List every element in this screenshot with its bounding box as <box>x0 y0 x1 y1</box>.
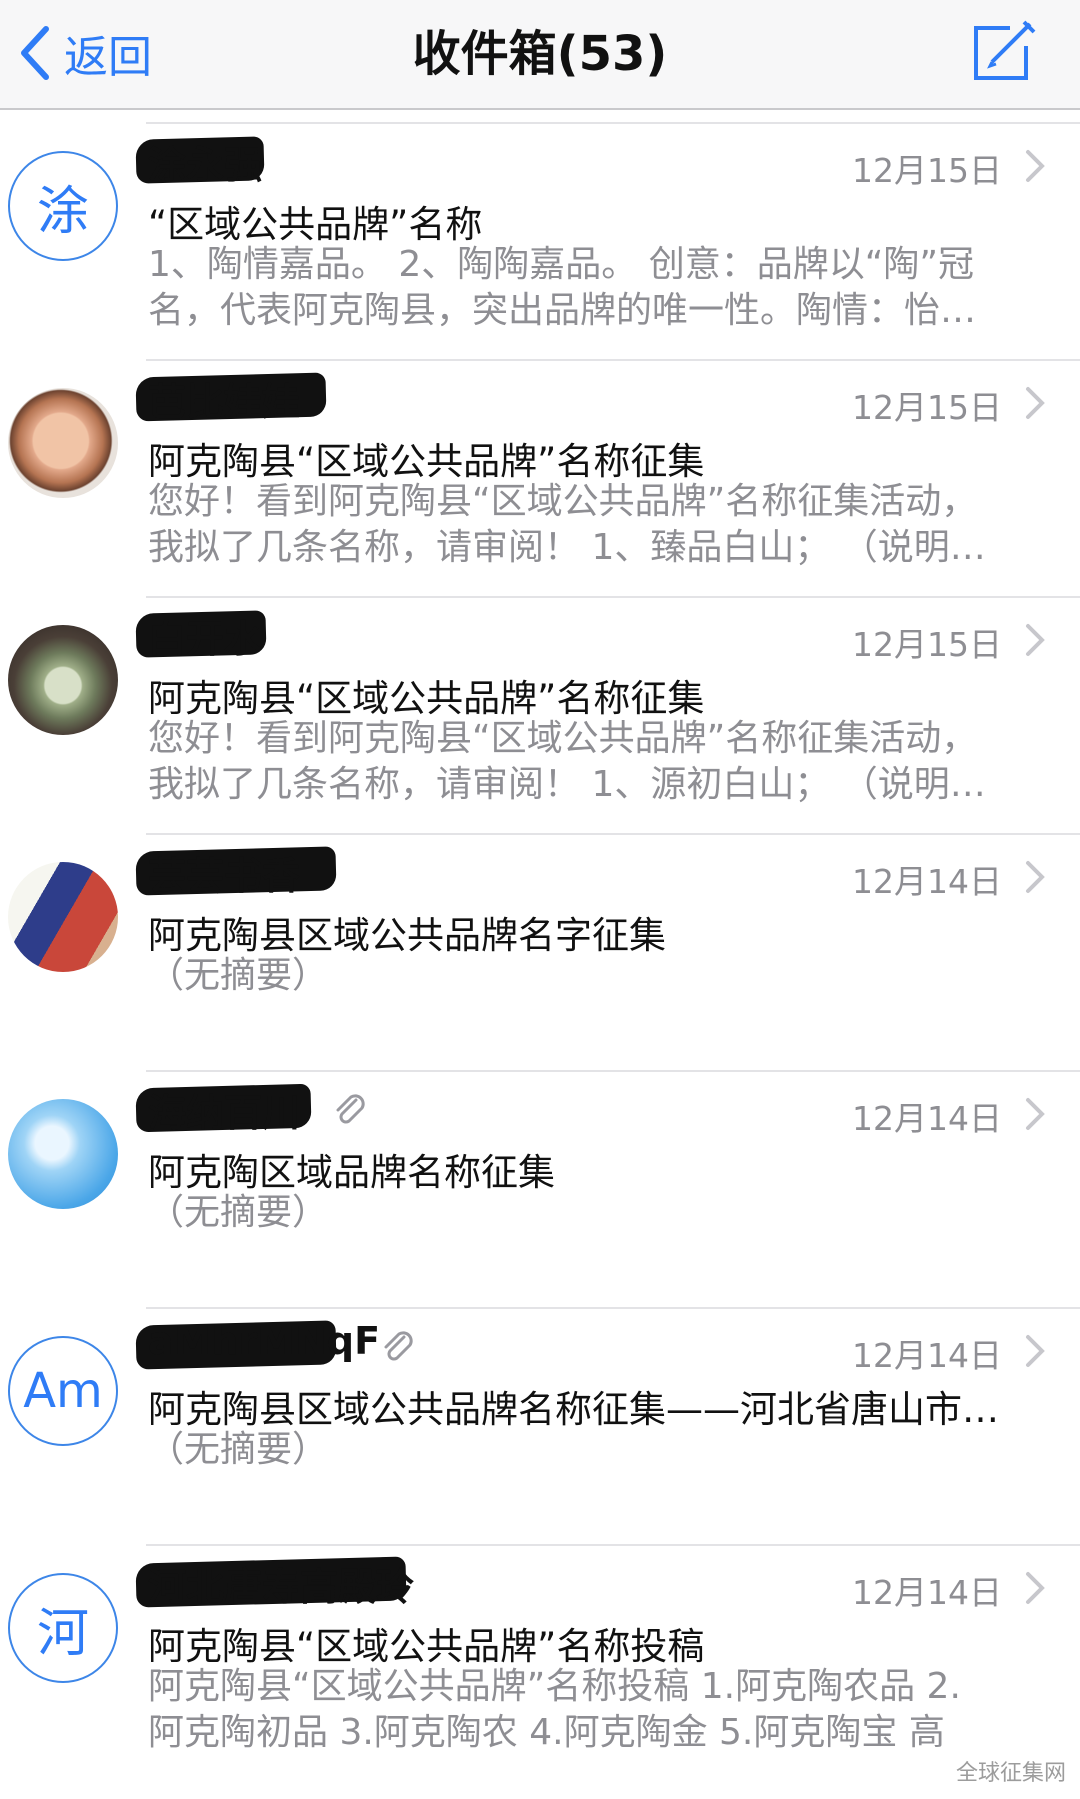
avatar <box>8 862 118 972</box>
mail-row[interactable]: 涂 涂永强 12月15日 “区域公共品牌”名称 1、陶情嘉品。 2、陶陶嘉品。 … <box>0 110 1080 347</box>
preview-line: 阿克陶初品 3.阿克陶农 4.阿克陶金 5.阿克陶宝 高 <box>148 1712 945 1753</box>
back-button[interactable]: 返回 <box>18 18 152 88</box>
preview-line: （无摘要） <box>148 1192 329 1233</box>
preview-line: 阿克陶县“区域公共品牌”名称投稿 1.阿克陶农品 2. <box>148 1666 961 1707</box>
mail-row[interactable]: 河 河北唐寿高殿玲 12月14日 阿克陶县“区域公共品牌”名称投稿 阿克陶县“区… <box>0 1532 1080 1769</box>
sender-name: aMhrMNqF <box>135 1319 380 1373</box>
preview-line: （无摘要） <box>148 1429 329 1470</box>
preview-line: 您好！看到阿克陶县“区域公共品牌”名称征集活动， <box>148 481 978 522</box>
navigation-bar: 返回 收件箱(53) <box>0 0 1080 110</box>
mail-date: 12月14日 <box>852 862 1002 901</box>
mail-subject: 阿克陶县区域公共品牌名字征集 <box>148 914 666 957</box>
back-label: 返回 <box>64 32 152 83</box>
sender-name: 河北唐寿高殿玲 <box>135 1556 414 1610</box>
mail-date: 12月15日 <box>852 151 1002 190</box>
mail-row[interactable]: Am aMhrMNqF 12月14日 阿克陶县区域公共品牌名称征集——河北省唐山… <box>0 1295 1080 1532</box>
mail-preview: 您好！看到阿克陶县“区域公共品牌”名称征集活动， 我拟了几条名称，请审阅！ 1、… <box>148 716 1028 808</box>
mail-preview: 1、陶情嘉品。 2、陶陶嘉品。 创意：品牌以“陶”冠 名，代表阿克陶县，突出品牌… <box>148 242 1028 334</box>
mail-row[interactable]: 芭比娃娃 12月15日 阿克陶县“区域公共品牌”名称征集 您好！看到阿克陶县“区… <box>0 347 1080 584</box>
chevron-right-icon <box>1026 1572 1045 1604</box>
sender-name: 海纳百川 <box>135 1082 312 1136</box>
mail-preview: 阿克陶县“区域公共品牌”名称投稿 1.阿克陶农品 2. 阿克陶初品 3.阿克陶农… <box>148 1664 1028 1756</box>
mail-subject: 阿克陶县“区域公共品牌”名称征集 <box>148 677 705 720</box>
watermark: 全球征集网 <box>955 1761 1066 1786</box>
mail-date: 12月15日 <box>852 388 1002 427</box>
mail-subject: “区域公共品牌”名称 <box>148 203 483 246</box>
compose-button[interactable] <box>970 18 1038 84</box>
preview-line: 您好！看到阿克陶县“区域公共品牌”名称征集活动， <box>148 718 978 759</box>
avatar <box>8 1099 118 1209</box>
mail-subject: 阿克陶区域品牌名称征集 <box>148 1151 555 1194</box>
mail-preview: （无摘要） <box>148 1427 1028 1473</box>
mail-preview: （无摘要） <box>148 1190 1028 1236</box>
mail-date: 12月14日 <box>852 1573 1002 1612</box>
chevron-left-icon <box>21 26 49 80</box>
mail-row[interactable]: 芸芸书香 12月14日 阿克陶县区域公共品牌名字征集 （无摘要） <box>0 821 1080 1058</box>
sender-name: 芭比娃娃 <box>135 371 327 425</box>
preview-line: （无摘要） <box>148 955 329 996</box>
preview-line: 我拟了几条名称，请审阅！ 1、源初白山； （说明… <box>148 764 986 805</box>
chevron-right-icon <box>1026 861 1045 893</box>
mail-preview: （无摘要） <box>148 953 1028 999</box>
avatar: 涂 <box>8 151 118 261</box>
avatar <box>8 388 118 498</box>
preview-line: 名，代表阿克陶县，突出品牌的唯一性。陶情：怡… <box>148 290 977 331</box>
mail-row[interactable]: 海纳百川 12月14日 阿克陶区域品牌名称征集 （无摘要） <box>0 1058 1080 1295</box>
chevron-right-icon <box>1026 1098 1045 1130</box>
preview-line: 1、陶情嘉品。 2、陶陶嘉品。 创意：品牌以“陶”冠 <box>148 244 974 285</box>
page-title: 收件箱(53) <box>412 26 668 82</box>
sender-name: 涂永强 <box>135 134 265 188</box>
chevron-right-icon <box>1026 624 1045 656</box>
sender-name: 白开水 <box>135 608 267 662</box>
mail-row[interactable]: 白开水 12月15日 阿克陶县“区域公共品牌”名称征集 您好！看到阿克陶县“区域… <box>0 584 1080 821</box>
mail-list: 涂 涂永强 12月15日 “区域公共品牌”名称 1、陶情嘉品。 2、陶陶嘉品。 … <box>0 110 1080 1769</box>
chevron-right-icon <box>1026 150 1045 182</box>
avatar: Am <box>8 1336 118 1446</box>
compose-icon <box>974 20 1036 80</box>
mail-subject: 阿克陶县“区域公共品牌”名称投稿 <box>148 1625 705 1668</box>
mail-date: 12月14日 <box>852 1099 1002 1138</box>
paperclip-icon <box>384 1331 413 1361</box>
sender-name: 芸芸书香 <box>135 845 337 899</box>
mail-preview: 您好！看到阿克陶县“区域公共品牌”名称征集活动， 我拟了几条名称，请审阅！ 1、… <box>148 479 1028 571</box>
avatar: 河 <box>8 1573 118 1683</box>
paperclip-icon <box>336 1094 365 1124</box>
mail-subject: 阿克陶县“区域公共品牌”名称征集 <box>148 440 705 483</box>
chevron-right-icon <box>1026 1335 1045 1367</box>
avatar <box>8 625 118 735</box>
mail-subject: 阿克陶县区域公共品牌名称征集——河北省唐山市… <box>148 1388 999 1431</box>
mail-date: 12月15日 <box>852 625 1002 664</box>
mail-date: 12月14日 <box>852 1336 1002 1375</box>
chevron-right-icon <box>1026 387 1045 419</box>
preview-line: 我拟了几条名称，请审阅！ 1、臻品白山； （说明… <box>148 527 986 568</box>
